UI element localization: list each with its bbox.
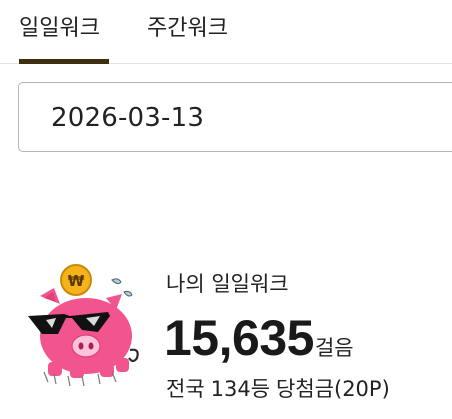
my-daily-walk-title: 나의 일일워크	[166, 272, 289, 296]
svg-text:₩: ₩	[68, 272, 85, 290]
steps-summary: 15,635걸음	[164, 311, 354, 377]
prize-text: 당첨금(20P)	[276, 377, 390, 401]
tab-daily-walk[interactable]: 일일워크	[19, 14, 100, 44]
walk-tabs: 일일워크 주간워크	[0, 0, 452, 64]
tab-weekly-walk[interactable]: 주간워크	[147, 14, 228, 44]
rank-scope: 전국	[166, 377, 205, 401]
pig-mascot-with-won-coin-icon: ₩	[28, 264, 139, 387]
date-value: 2026-03-13	[51, 103, 205, 133]
date-selector[interactable]: 2026-03-13	[18, 82, 452, 152]
rank-summary: 전국 134등 당첨금(20P)	[166, 374, 390, 404]
won-coin-icon: ₩	[60, 264, 92, 296]
rank-value: 134등	[210, 377, 271, 401]
sweat-drop-icon	[111, 278, 133, 297]
daily-walk-page: 일일워크 주간워크 2026-03-13 ₩ 나의 일일워크 15,635걸음 …	[0, 0, 452, 419]
active-tab-indicator	[19, 59, 109, 64]
steps-unit: 걸음	[314, 336, 354, 360]
steps-count: 15,635	[164, 310, 314, 366]
